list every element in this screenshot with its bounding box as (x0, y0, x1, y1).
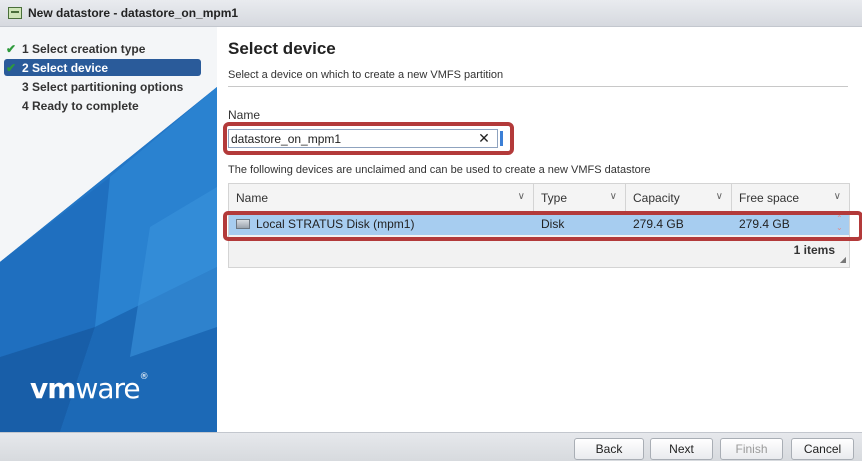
chevron-down-icon[interactable]: ∨ (610, 191, 617, 202)
column-header-capacity[interactable]: Capacity ∨ (626, 184, 732, 212)
text-cursor (500, 131, 503, 146)
checkmark-icon: ✔ (5, 41, 17, 56)
chevron-down-icon[interactable]: ∨ (834, 191, 841, 202)
datastore-icon (8, 7, 22, 19)
devices-description: The following devices are unclaimed and … (228, 164, 651, 176)
wizard-step-1[interactable]: ✔ 1 Select creation type (4, 40, 201, 57)
grid-header: Name ∨ Type ∨ Capacity ∨ Free space ∨ (229, 184, 849, 212)
item-count: 1 items (793, 243, 835, 257)
wizard-step-4[interactable]: 4 Ready to complete (4, 97, 201, 114)
name-label: Name (228, 108, 261, 122)
chevron-down-icon[interactable]: ∨ (518, 191, 525, 202)
button-bar: Back Next Finish Cancel (0, 432, 862, 461)
wizard-step-label: 3 Select partitioning options (22, 79, 184, 94)
checkmark-icon: ✔ (5, 60, 17, 75)
chevron-down-icon[interactable]: ∨ (716, 191, 723, 202)
column-header-name[interactable]: Name ∨ (229, 184, 534, 212)
next-button[interactable]: Next (650, 438, 713, 460)
title-bar: New datastore - datastore_on_mpm1 (0, 0, 862, 27)
datastore-name-field[interactable]: ✕ (228, 129, 498, 148)
wizard-step-2[interactable]: ✔ 2 Select device (4, 59, 201, 76)
datastore-name-input[interactable] (229, 130, 474, 147)
resize-grip-icon[interactable]: ◢ (840, 255, 846, 264)
cancel-button[interactable]: Cancel (791, 438, 854, 460)
back-button[interactable]: Back (574, 438, 644, 460)
clear-icon[interactable]: ✕ (474, 130, 494, 147)
scroll-arrows-icon[interactable]: ⌃ ⌄ (836, 214, 843, 232)
finish-button[interactable]: Finish (720, 438, 783, 460)
column-header-free-space[interactable]: Free space ∨ (732, 184, 849, 212)
wizard-step-label: 2 Select device (22, 60, 109, 75)
vmware-logo: vmware® (30, 372, 149, 405)
window-title: New datastore - datastore_on_mpm1 (28, 6, 239, 20)
page-subtitle: Select a device on which to create a new… (228, 69, 504, 81)
wizard-step-label: 4 Ready to complete (22, 98, 139, 113)
device-row-highlight (223, 211, 862, 241)
wizard-step-3[interactable]: 3 Select partitioning options (4, 78, 201, 95)
page-title: Select device (228, 39, 336, 58)
divider (228, 86, 848, 87)
wizard-sidebar: ✔ 1 Select creation type ✔ 2 Select devi… (0, 27, 217, 432)
wizard-step-label: 1 Select creation type (22, 41, 146, 56)
column-header-type[interactable]: Type ∨ (534, 184, 626, 212)
